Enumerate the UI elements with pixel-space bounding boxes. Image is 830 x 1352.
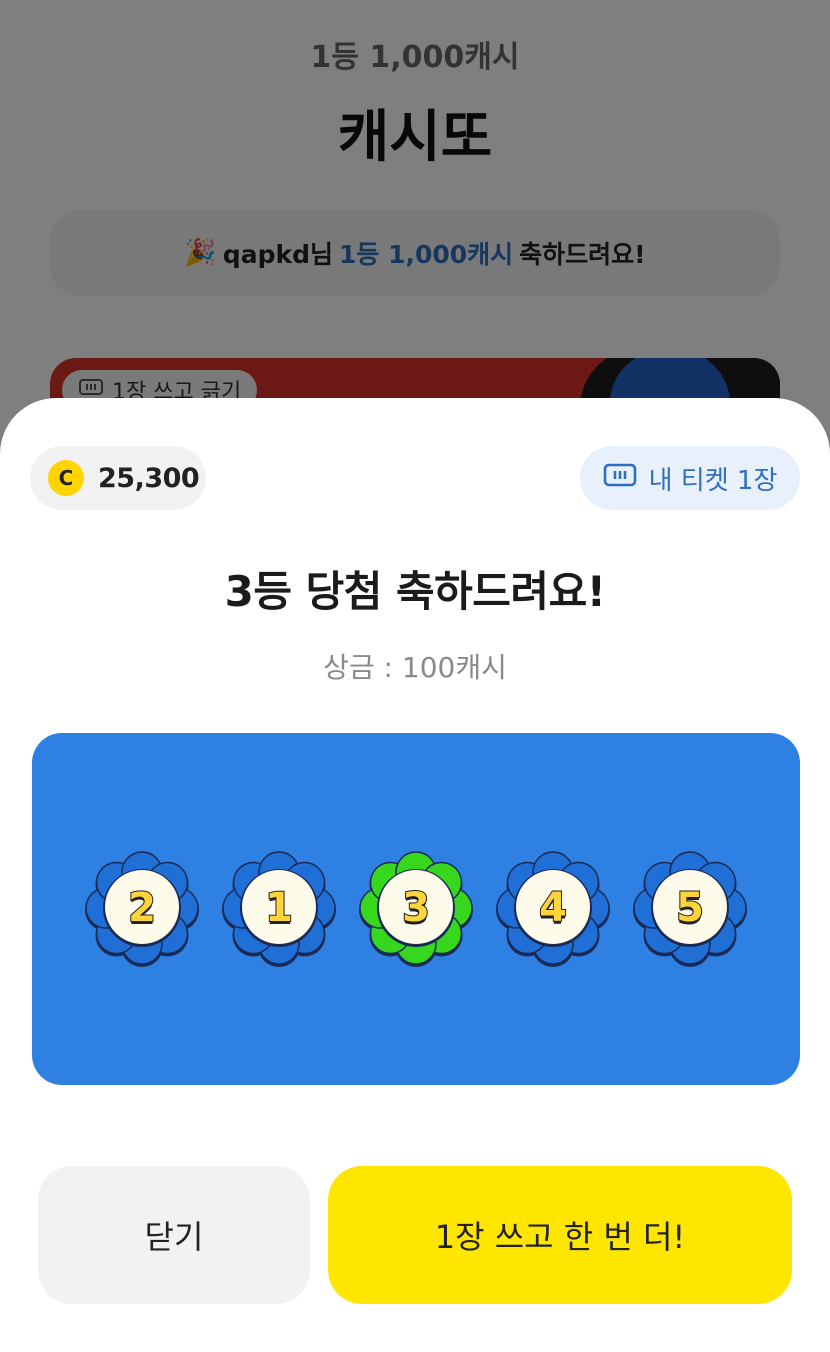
number-flower: 2 (83, 849, 201, 967)
my-ticket-pill[interactable]: 내 티켓 1장 (580, 446, 800, 510)
result-sheet: C 25,300 내 티켓 1장 3등 당첨 축하드려요! 상금 : 100캐시… (0, 398, 830, 1352)
number-flower: 1 (220, 849, 338, 967)
flower-number: 5 (675, 884, 705, 932)
coin-balance-pill: C 25,300 (30, 446, 206, 510)
flower-number: 3 (401, 884, 431, 932)
flower-number: 4 (538, 884, 568, 932)
result-headline: 3등 당첨 축하드려요! (224, 567, 606, 616)
number-flower: 5 (631, 849, 749, 967)
ticket-label: 내 티켓 1장 (648, 465, 778, 496)
flower-number: 2 (127, 884, 157, 932)
flower-number: 1 (264, 884, 294, 932)
number-flower: 3 (357, 849, 475, 967)
number-flower: 4 (494, 849, 612, 967)
prize-text: 상금 : 100캐시 (323, 651, 507, 684)
coin-icon: C (48, 460, 84, 496)
coin-balance: 25,300 (98, 462, 200, 494)
lotto-numbers-panel: 2 1 3 4 5 (32, 733, 800, 1085)
ticket-icon (603, 462, 637, 495)
close-button[interactable]: 닫기 (38, 1166, 310, 1304)
number-flowers: 2 1 3 4 5 (32, 733, 800, 1085)
play-again-button[interactable]: 1장 쓰고 한 번 더! (328, 1166, 792, 1304)
